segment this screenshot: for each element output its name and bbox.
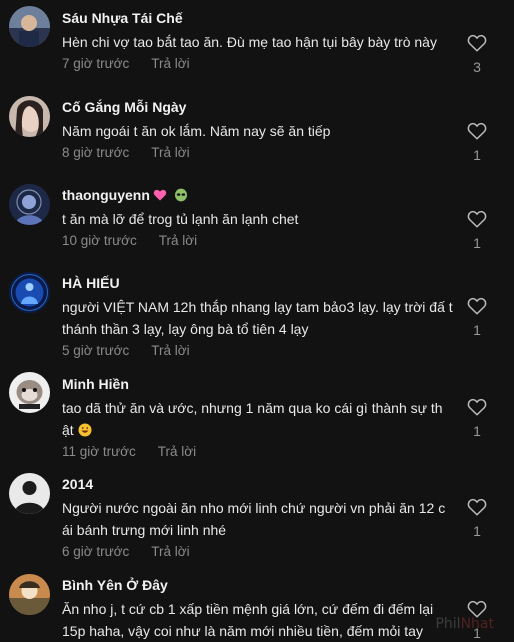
avatar[interactable] (9, 473, 50, 514)
like-count: 3 (473, 59, 481, 75)
comment-time: 8 giờ trước (62, 145, 130, 160)
comment-text: tao dã thử ăn và ước, nhưng 1 năm qua ko… (62, 397, 454, 441)
like-column: 1 (463, 297, 491, 339)
comment-time: 7 giờ trước (62, 56, 130, 71)
avatar[interactable] (9, 272, 50, 313)
comment-text: Ăn nho j, t cứ cb 1 xấp tiền mệnh giá lớ… (62, 601, 434, 639)
comment-item: Cố Gắng Mỗi Ngày Năm ngoái t ăn ok lắm. … (0, 90, 514, 178)
like-count: 1 (473, 147, 481, 163)
comment-body: Cố Gắng Mỗi Ngày Năm ngoái t ăn ok lắm. … (62, 98, 454, 162)
comment-meta: 8 giờ trước Trả lời (62, 144, 454, 162)
pink-heart-emoji-icon (153, 189, 167, 201)
author-name[interactable]: HÀ HIẾU (62, 274, 120, 292)
author-name[interactable]: Bình Yên Ở Đây (62, 576, 168, 594)
reply-button[interactable]: Trả lời (151, 544, 189, 559)
comment-time: 5 giờ trước (62, 343, 130, 358)
comment-text-content: tao dã thử ăn và ước, nhưng 1 năm qua ko… (62, 400, 443, 438)
comment-body: thaonguyenn t ăn mà lỡ để trog tủ lạnh ă… (62, 186, 454, 250)
comment-body: HÀ HIẾU người VIỆT NAM 12h thắp nhang lạ… (62, 274, 454, 360)
avatar[interactable] (9, 6, 50, 47)
comment-time: 11 giờ trước (62, 444, 136, 459)
comment-item: thaonguyenn t ăn mà lỡ để trog tủ lạnh ă… (0, 178, 514, 266)
avatar[interactable] (9, 372, 50, 413)
comment-item: 2014 Người nước ngoài ăn nho mới linh ch… (0, 467, 514, 567)
comment-text: người VIỆT NAM 12h thắp nhang lạy tam bả… (62, 299, 453, 337)
comment-text: t ăn mà lỡ để trog tủ lạnh ăn lạnh chet (62, 211, 299, 227)
avatar[interactable] (9, 184, 50, 225)
reply-button[interactable]: Trả lời (158, 444, 196, 459)
watermark: PhilNhat (435, 616, 494, 632)
comment-item: Minh Hiền tao dã thử ăn và ước, nhưng 1 … (0, 366, 514, 466)
heart-icon[interactable] (467, 297, 487, 315)
grinning-emoji-icon (78, 423, 92, 437)
like-column: 1 (463, 398, 491, 440)
comment-meta: 11 giờ trước Trả lời (62, 443, 454, 461)
avatar[interactable] (9, 96, 50, 137)
comment-meta: 6 giờ trước Trả lời (62, 543, 454, 561)
heart-icon[interactable] (467, 122, 487, 140)
alien-emoji-icon (174, 188, 187, 202)
comment-author[interactable]: Minh Hiền (62, 375, 454, 393)
author-name[interactable]: Sáu Nhựa Tái Chế (62, 9, 183, 27)
comment-body: Minh Hiền tao dã thử ăn và ước, nhưng 1 … (62, 375, 454, 461)
comment-author[interactable]: Sáu Nhựa Tái Chế (62, 9, 454, 27)
comment-text: Người nước ngoài ăn nho mới linh chứ ngư… (62, 500, 446, 538)
heart-icon[interactable] (467, 498, 487, 516)
heart-icon[interactable] (467, 34, 487, 52)
heart-icon[interactable] (467, 398, 487, 416)
comment-item: HÀ HIẾU người VIỆT NAM 12h thắp nhang lạ… (0, 266, 514, 366)
comment-time: 6 giờ trước (62, 544, 130, 559)
comment-meta: 5 giờ trước Trả lời (62, 342, 454, 360)
like-count: 1 (473, 523, 481, 539)
heart-icon[interactable] (467, 210, 487, 228)
like-column: 1 (463, 498, 491, 540)
comment-author[interactable]: thaonguyenn (62, 186, 454, 204)
like-column: 3 (463, 34, 491, 76)
reply-button[interactable]: Trả lời (151, 56, 189, 71)
comment-text: Năm ngoái t ăn ok lắm. Năm nay sẽ ăn tiế… (62, 123, 331, 139)
like-count: 1 (473, 322, 481, 338)
watermark-part2: Nhat (460, 616, 494, 632)
comment-item: Sáu Nhựa Tái Chế Hèn chi vợ tao bắt tao … (0, 0, 514, 88)
comment-body: Sáu Nhựa Tái Chế Hèn chi vợ tao bắt tao … (62, 9, 454, 73)
reply-button[interactable]: Trả lời (159, 233, 197, 248)
comment-author[interactable]: Cố Gắng Mỗi Ngày (62, 98, 454, 116)
like-count: 1 (473, 423, 481, 439)
author-name[interactable]: 2014 (62, 475, 93, 493)
reply-button[interactable]: Trả lời (151, 145, 189, 160)
like-column: 1 (463, 210, 491, 252)
comment-body: 2014 Người nước ngoài ăn nho mới linh ch… (62, 475, 454, 561)
like-column: 1 (463, 122, 491, 164)
comment-time: 10 giờ trước (62, 233, 137, 248)
comment-meta: 7 giờ trước Trả lời (62, 55, 454, 73)
comment-author[interactable]: Bình Yên Ở Đây (62, 576, 454, 594)
comment-body: Bình Yên Ở Đây Ăn nho j, t cứ cb 1 xấp t… (62, 576, 454, 642)
watermark-part1: Phil (435, 616, 461, 632)
author-name[interactable]: Cố Gắng Mỗi Ngày (62, 98, 186, 116)
comment-author[interactable]: HÀ HIẾU (62, 274, 454, 292)
author-name[interactable]: thaonguyenn (62, 186, 150, 204)
comment-text: Hèn chi vợ tao bắt tao ăn. Đù mẹ tao hận… (62, 34, 437, 50)
like-count: 1 (473, 235, 481, 251)
author-name[interactable]: Minh Hiền (62, 375, 129, 393)
avatar[interactable] (9, 574, 50, 615)
comment-meta: 10 giờ trước Trả lời (62, 232, 454, 250)
reply-button[interactable]: Trả lời (151, 343, 189, 358)
comment-author[interactable]: 2014 (62, 475, 454, 493)
